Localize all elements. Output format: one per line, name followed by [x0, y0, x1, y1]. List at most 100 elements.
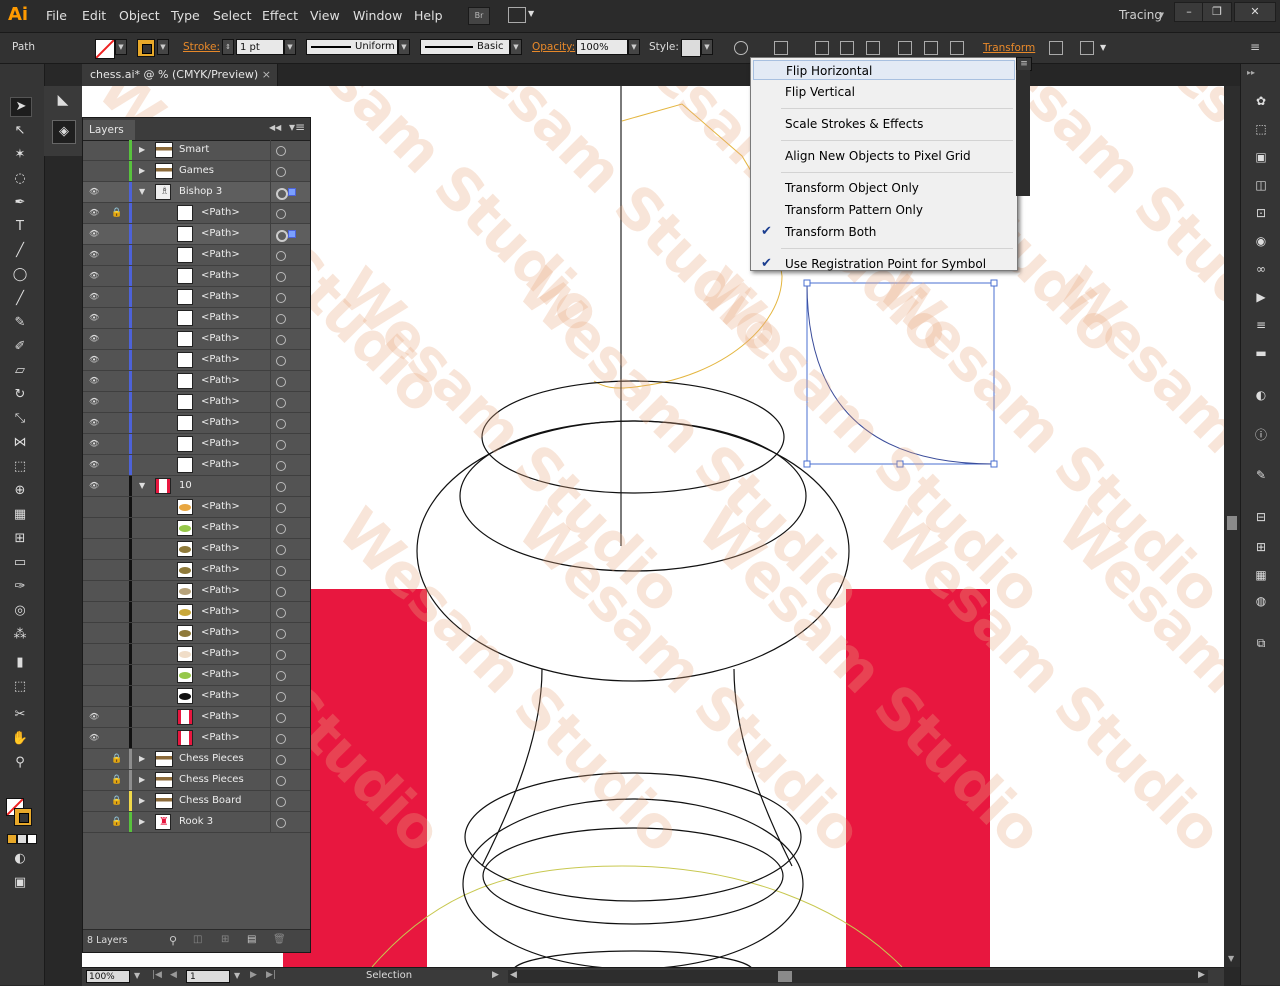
expand-layer-icon[interactable]: ▶	[139, 145, 147, 155]
menu-item-align-new-objects-to-pixel-grid[interactable]: Align New Objects to Pixel Grid	[753, 146, 1015, 166]
scroll-thumb[interactable]	[1227, 516, 1237, 530]
target-circle-icon[interactable]	[276, 734, 286, 744]
lock-icon[interactable]: 🔒	[111, 207, 122, 219]
sublayer-row[interactable]: <Path>	[83, 581, 310, 602]
visibility-eye-icon[interactable]	[89, 586, 101, 596]
flyout-menu-icon[interactable]: ≡	[1016, 57, 1032, 71]
sublayer-row[interactable]: 👁 <Path>	[83, 392, 310, 413]
lock-icon[interactable]: 🔒	[111, 753, 122, 765]
color-mode-icon[interactable]	[7, 834, 17, 844]
align-bottom-icon[interactable]	[950, 41, 964, 55]
sublayer-row[interactable]: 👁 <Path>	[83, 455, 310, 476]
document-info-panel-icon[interactable]: ✎	[1253, 468, 1269, 482]
menu-item-flip-vertical[interactable]: Flip Vertical	[753, 82, 1015, 102]
lock-icon[interactable]	[111, 375, 121, 387]
sublayer-row[interactable]: 👁 <Path>	[83, 287, 310, 308]
selection-indicator[interactable]	[288, 230, 296, 238]
visibility-eye-icon[interactable]: 👁	[89, 229, 101, 239]
fill-swatch[interactable]	[95, 39, 115, 59]
hand-tool-icon[interactable]: ✋	[10, 730, 30, 748]
menu-help[interactable]: Help	[414, 8, 443, 23]
visibility-eye-icon[interactable]	[89, 607, 101, 617]
lock-icon[interactable]	[111, 354, 121, 366]
lock-icon[interactable]	[111, 564, 121, 576]
image-trace-panel-icon[interactable]: ▣	[1253, 150, 1269, 164]
lock-icon[interactable]	[111, 459, 121, 471]
visibility-eye-icon[interactable]: 👁	[89, 208, 101, 218]
chevron-down-icon[interactable]: ▼	[528, 9, 534, 18]
lock-icon[interactable]	[111, 417, 121, 429]
brush-dropdown[interactable]: ▼	[510, 39, 522, 55]
sublayer-row[interactable]: <Path>	[83, 665, 310, 686]
pencil-tool-icon[interactable]: ✎	[10, 314, 30, 332]
draw-mode-icon[interactable]: ◐	[10, 850, 30, 868]
visibility-eye-icon[interactable]: 👁	[89, 712, 101, 722]
sublayer-row[interactable]: 👁 <Path>	[83, 728, 310, 749]
visibility-eye-icon[interactable]	[89, 145, 101, 155]
sublayer-row[interactable]: <Path>	[83, 497, 310, 518]
menu-item-use-registration-point-for-symbol[interactable]: ✔ Use Registration Point for Symbol	[753, 254, 1015, 274]
visibility-eye-icon[interactable]: 👁	[89, 460, 101, 470]
visibility-eye-icon[interactable]: 👁	[89, 376, 101, 386]
variable-width-profile[interactable]: Uniform	[306, 39, 398, 55]
visibility-eye-icon[interactable]	[89, 796, 101, 806]
sublayer-row[interactable]: 👁 <Path>	[83, 308, 310, 329]
lasso-tool-icon[interactable]: ◌	[10, 170, 30, 188]
pen-tool-icon[interactable]: ✒	[10, 194, 30, 212]
lock-icon[interactable]	[111, 480, 121, 492]
appearance-panel-icon[interactable]: ◉	[1253, 234, 1269, 248]
layer-row[interactable]: 🔒 ▶ ♜ Rook 3	[83, 812, 310, 833]
target-circle-icon[interactable]	[276, 461, 286, 471]
isolate-group-icon[interactable]	[1049, 41, 1063, 55]
chevron-down-icon[interactable]: ▼	[1100, 43, 1106, 52]
zoom-tool-icon[interactable]: ⚲	[10, 754, 30, 772]
lock-icon[interactable]	[111, 669, 121, 681]
collapse-panel-icon[interactable]: ◀◀	[269, 123, 281, 132]
menu-select[interactable]: Select	[213, 8, 252, 23]
target-circle-icon[interactable]	[276, 272, 286, 282]
gradient-panel-icon[interactable]: ▬	[1253, 346, 1269, 360]
menu-effect[interactable]: Effect	[262, 8, 298, 23]
create-new-layer-icon[interactable]: ▤	[247, 934, 256, 945]
expand-layer-icon[interactable]: ▶	[139, 775, 147, 785]
sublayer-row[interactable]: 👁 <Path>	[83, 266, 310, 287]
target-circle-icon[interactable]	[276, 377, 286, 387]
column-graph-tool-icon[interactable]: ▮	[10, 654, 30, 672]
layer-row[interactable]: 🔒 ▶ Chess Pieces	[83, 749, 310, 770]
lock-icon[interactable]: 🔒	[111, 795, 122, 807]
graphic-style-swatch[interactable]	[681, 39, 701, 57]
ellipse-tool-icon[interactable]: ◯	[10, 266, 30, 284]
close-tab-icon[interactable]: ×	[262, 64, 271, 86]
transform-panel-icon[interactable]: ⬚	[1253, 122, 1269, 136]
visibility-eye-icon[interactable]	[89, 691, 101, 701]
sublayer-row[interactable]: <Path>	[83, 539, 310, 560]
visibility-eye-icon[interactable]	[89, 166, 101, 176]
width-tool-icon[interactable]: ⋈	[10, 434, 30, 452]
sublayer-row[interactable]: 👁 <Path>	[83, 350, 310, 371]
close-window-button[interactable]: ✕	[1234, 2, 1276, 22]
scroll-thumb[interactable]	[778, 971, 792, 982]
magic-wand-tool-icon[interactable]: ✶	[10, 146, 30, 164]
expand-layer-icon[interactable]: ▶	[139, 754, 147, 764]
align-to-icon[interactable]	[774, 41, 788, 55]
target-circle-icon[interactable]	[276, 293, 286, 303]
opacity-field[interactable]: 100%	[576, 39, 628, 55]
next-artboard-icon[interactable]: ▶	[250, 970, 257, 980]
scroll-right-icon[interactable]: ▶	[1198, 970, 1205, 980]
target-circle-icon[interactable]	[276, 398, 286, 408]
visibility-eye-icon[interactable]: 👁	[89, 733, 101, 743]
artboards-panel-icon[interactable]: ◣	[53, 92, 73, 112]
target-circle-icon[interactable]	[276, 335, 286, 345]
asset-export-panel-icon[interactable]: ⧉	[1253, 636, 1269, 650]
visibility-eye-icon[interactable]: 👁	[89, 334, 101, 344]
menu-item-transform-object-only[interactable]: Transform Object Only	[753, 178, 1015, 198]
align-top-icon[interactable]	[898, 41, 912, 55]
layer-row[interactable]: ▶ Games	[83, 161, 310, 182]
sublayer-row[interactable]: 👁 <Path>	[83, 434, 310, 455]
chevron-down-icon[interactable]: ▼	[1159, 11, 1164, 19]
target-circle-icon[interactable]	[276, 566, 286, 576]
stroke-color-icon[interactable]	[14, 808, 32, 826]
globe-panel-icon[interactable]: ◍	[1253, 594, 1269, 608]
target-circle-icon[interactable]	[276, 629, 286, 639]
status-menu-icon[interactable]: ▶	[492, 970, 499, 980]
